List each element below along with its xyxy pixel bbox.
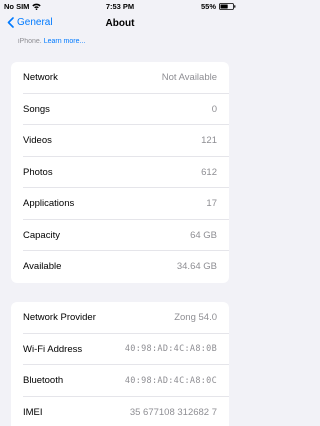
- row-value: Not Available: [161, 72, 217, 84]
- status-right: 55%: [201, 2, 236, 11]
- row-videos: Videos 121: [11, 125, 229, 157]
- row-label: Available: [23, 261, 62, 273]
- row-songs: Songs 0: [11, 94, 229, 126]
- row-value: Zong 54.0: [174, 312, 217, 324]
- row-value: 34.64 GB: [176, 261, 217, 273]
- battery-percent: 55%: [200, 2, 216, 11]
- row-applications: Applications 17: [11, 188, 229, 220]
- row-bluetooth: Bluetooth 40:98:AD:4C:A8:0C: [11, 365, 229, 397]
- device-info-group: Network Not Available Songs 0 Videos 121…: [11, 62, 229, 283]
- footnote: iPhone. Learn more...: [18, 38, 228, 45]
- row-label: Network: [23, 72, 58, 84]
- network-info-group: Network Provider Zong 54.0 Wi-Fi Address…: [11, 302, 229, 426]
- row-value: 0: [211, 103, 217, 115]
- row-network-provider[interactable]: Network Provider Zong 54.0: [11, 302, 229, 334]
- navigation-bar: General About: [0, 14, 240, 34]
- row-value: 17: [206, 198, 217, 210]
- row-value: 121: [201, 135, 217, 147]
- row-label: Capacity: [23, 229, 60, 241]
- row-label: Bluetooth: [23, 375, 64, 387]
- footnote-text: iPhone.: [18, 38, 42, 45]
- row-value: 40:98:AD:4C:A8:0C: [124, 375, 217, 386]
- row-imei: IMEI 35 677108 312682 7: [11, 397, 229, 426]
- battery-icon: [219, 3, 236, 10]
- row-label: Applications: [23, 198, 75, 210]
- row-label: Photos: [23, 166, 53, 178]
- row-capacity: Capacity 64 GB: [11, 220, 229, 252]
- row-value: 64 GB: [190, 229, 217, 241]
- row-label: Network Provider: [23, 312, 96, 324]
- page-title: About: [105, 18, 135, 29]
- row-value: 40:98:AD:4C:A8:0B: [124, 344, 217, 355]
- row-wifi-address: Wi-Fi Address 40:98:AD:4C:A8:0B: [11, 334, 229, 366]
- status-bar: No SIM 7:53 PM 55%: [0, 0, 240, 14]
- row-available: Available 34.64 GB: [11, 251, 229, 283]
- row-photos: Photos 612: [11, 157, 229, 189]
- row-value: 35 677108 312682 7: [129, 406, 217, 418]
- row-label: Videos: [23, 135, 52, 147]
- row-label: Songs: [23, 103, 50, 115]
- row-label: Wi-Fi Address: [23, 343, 83, 355]
- row-value: 612: [201, 166, 217, 178]
- row-label: IMEI: [23, 406, 43, 418]
- learn-more-link[interactable]: Learn more...: [44, 38, 86, 45]
- row-network: Network Not Available: [11, 62, 229, 94]
